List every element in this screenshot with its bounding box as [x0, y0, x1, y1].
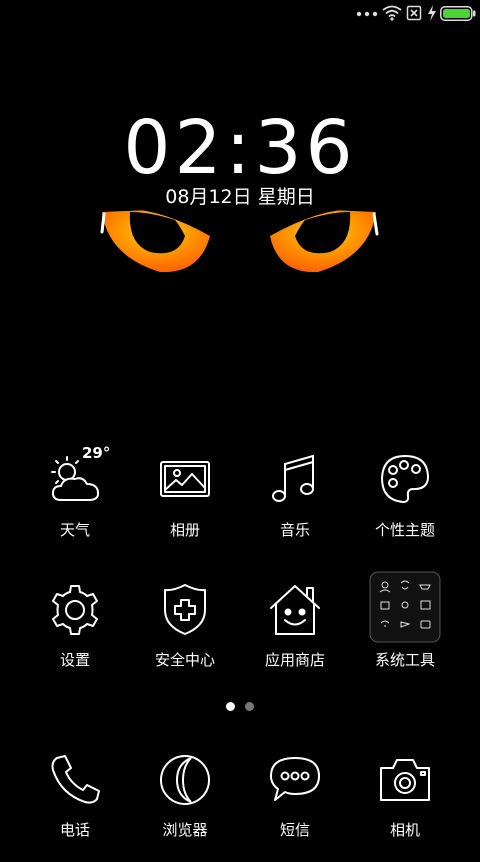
app-music[interactable]: 音乐 [240, 452, 350, 562]
app-label: 相册 [169, 521, 200, 539]
app-weather[interactable]: 天气 [20, 452, 130, 562]
camera-icon [380, 759, 430, 801]
app-label: 短信 [279, 821, 310, 839]
app-label: 应用商店 [264, 651, 325, 669]
no-sim-icon [406, 5, 422, 21]
music-icon [272, 454, 314, 502]
app-label: 浏览器 [162, 821, 208, 839]
phone-icon [51, 755, 100, 804]
page-dot-active[interactable] [226, 702, 235, 711]
browser-icon [160, 755, 210, 805]
battery-icon [440, 6, 476, 21]
lockscreen-clock[interactable]: 02:36 [0, 108, 480, 188]
status-bar [0, 0, 480, 28]
gallery-icon [160, 461, 210, 497]
app-label: 个性主题 [374, 521, 435, 539]
app-label: 设置 [59, 651, 90, 669]
dock: 电话 浏览器 短信 相机 [0, 752, 480, 862]
wifi-icon [382, 5, 402, 21]
app-label: 相机 [389, 821, 420, 839]
app-camera[interactable]: 相机 [350, 752, 460, 862]
app-messages[interactable]: 短信 [240, 752, 350, 862]
app-label: 天气 [59, 521, 90, 539]
app-browser[interactable]: 浏览器 [130, 752, 240, 862]
page-indicator[interactable] [0, 700, 480, 712]
app-system-tools[interactable]: 系统工具 [350, 571, 460, 692]
app-label: 系统工具 [374, 651, 435, 669]
app-label: 电话 [59, 821, 90, 839]
clock-time: 02:36 [123, 105, 357, 191]
settings-gear-icon [52, 585, 98, 635]
charging-bolt-icon [428, 5, 436, 21]
app-settings[interactable]: 设置 [20, 582, 130, 692]
app-security[interactable]: 安全中心 [130, 582, 240, 692]
app-label: 音乐 [279, 521, 310, 539]
app-store[interactable]: 应用商店 [240, 582, 350, 692]
messages-icon [270, 757, 320, 801]
security-shield-icon [164, 584, 206, 635]
theme-palette-icon [380, 454, 430, 504]
app-row-2: 设置 安全中心 应用商店 系统工具 [0, 571, 480, 692]
more-dots-icon [356, 11, 378, 17]
weather-temperature: 29° [82, 444, 111, 462]
app-phone[interactable]: 电话 [20, 752, 130, 862]
page-dot[interactable] [245, 702, 254, 711]
app-store-house-icon [270, 585, 320, 635]
app-row-1: 天气 相册 音乐 个性主题 [0, 452, 480, 562]
app-themes[interactable]: 个性主题 [350, 452, 460, 562]
system-tools-folder-icon [369, 571, 441, 643]
app-gallery[interactable]: 相册 [130, 452, 240, 562]
wallpaper-eyes [100, 204, 380, 273]
app-label: 安全中心 [154, 651, 215, 669]
